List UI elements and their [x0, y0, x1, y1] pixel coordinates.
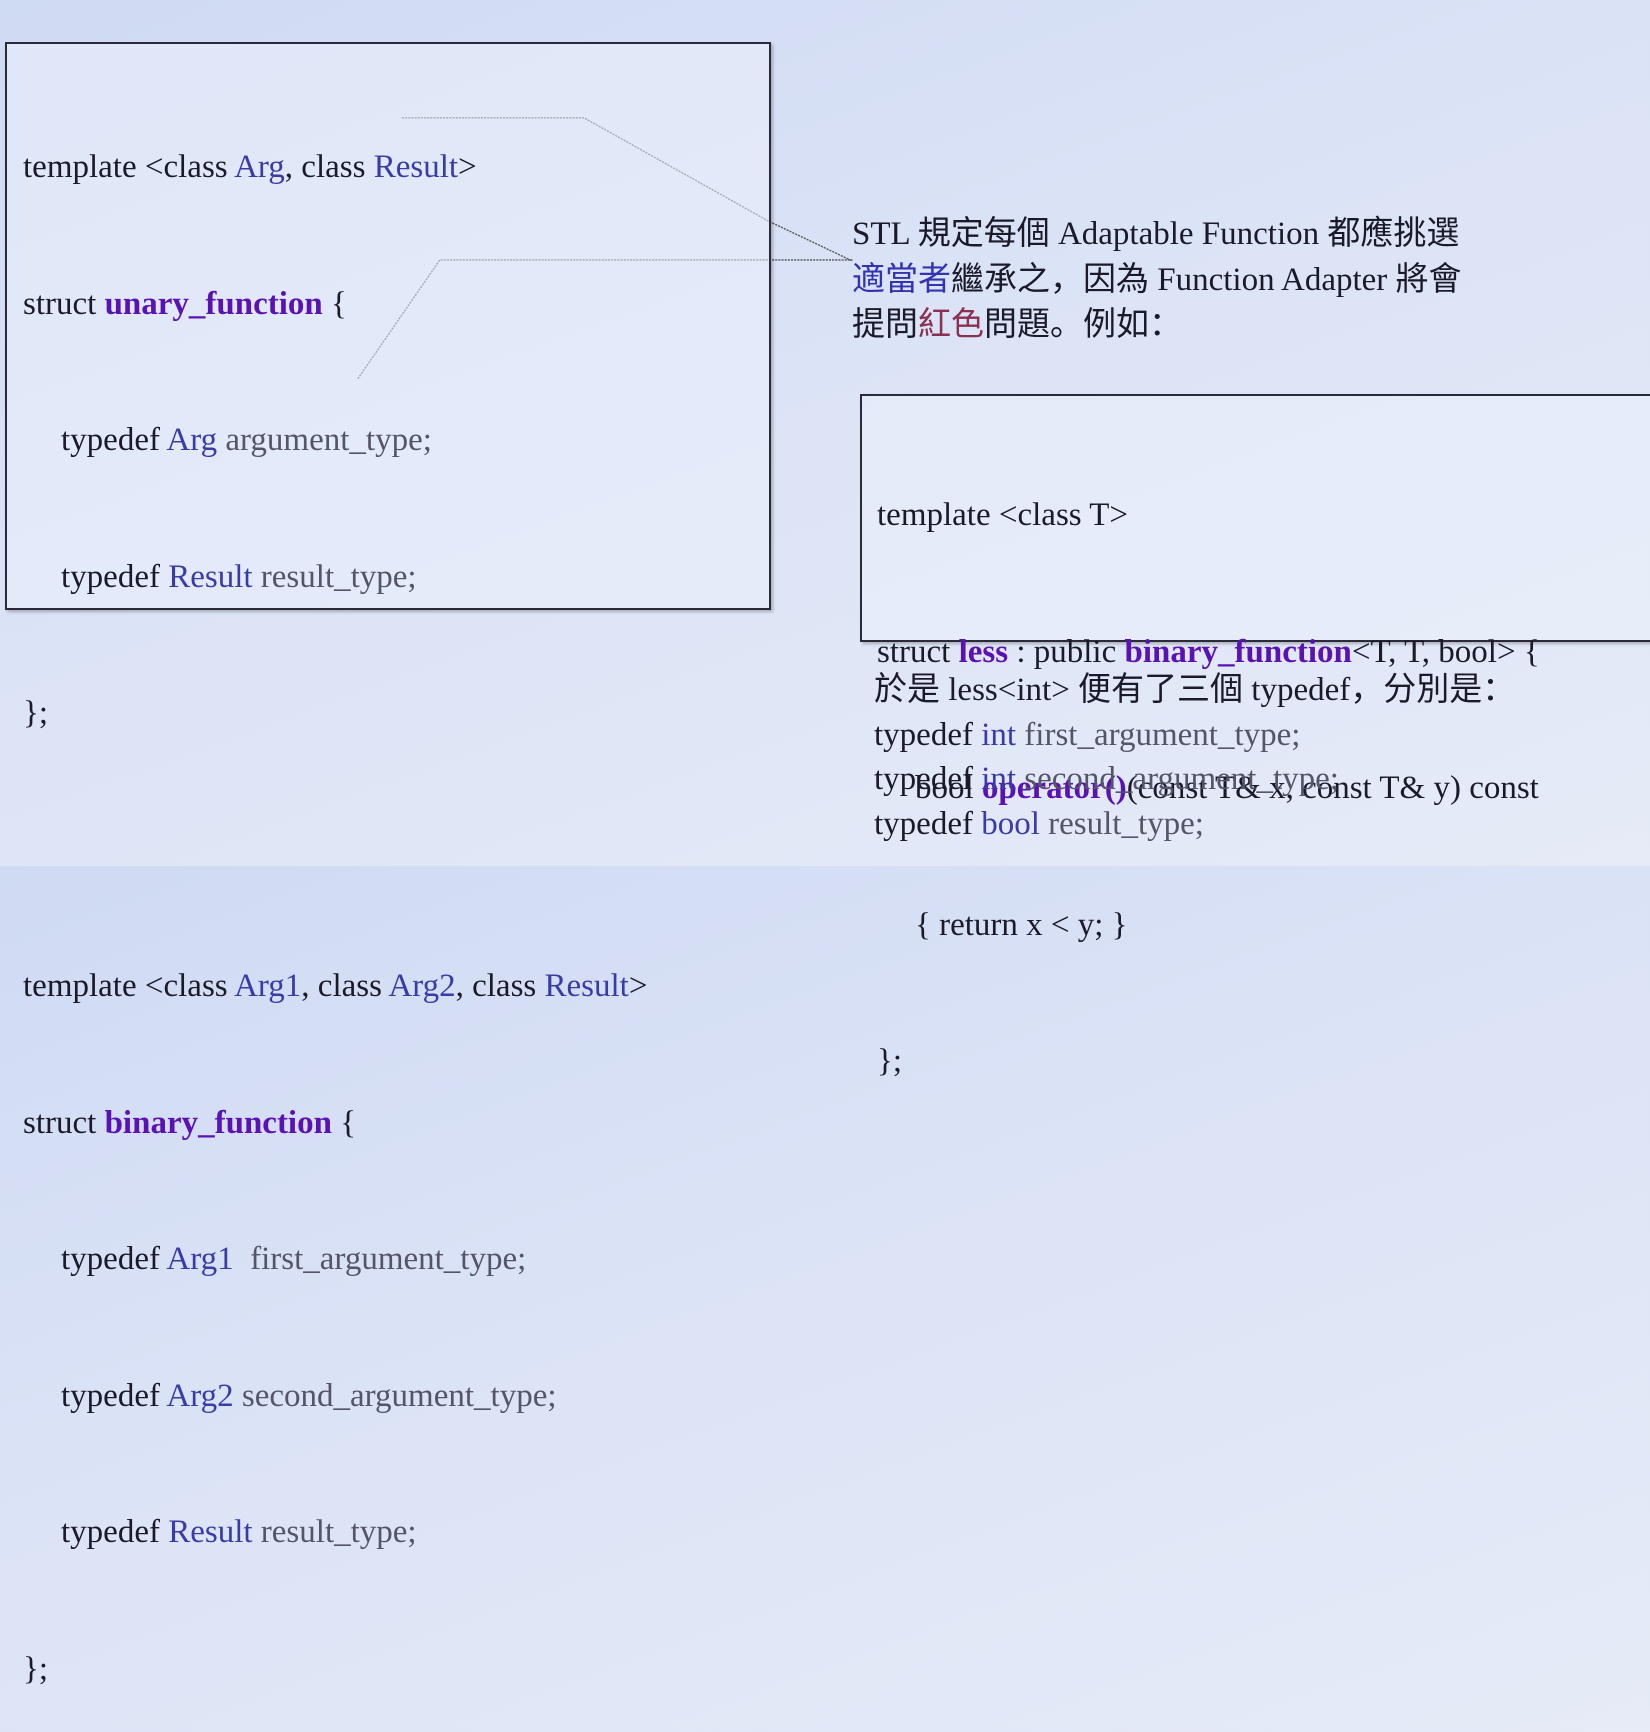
- code-text: <T, T, bool> {: [1351, 633, 1540, 670]
- code-text: typedef: [61, 1241, 167, 1277]
- code-line: struct binary_function {: [23, 1101, 647, 1147]
- result-line: typedef bool result_type;: [874, 802, 1515, 847]
- code-line: typedef Arg2 second_argument_type;: [23, 1374, 647, 1420]
- code-text: typedef: [61, 558, 169, 595]
- code-text: first_argument_type;: [233, 1241, 527, 1277]
- code-line: { return x < y; }: [915, 906, 1128, 943]
- code-text: typedef: [874, 761, 982, 797]
- base-classes-code-box: template <class Arg, class Result> struc…: [5, 42, 771, 1687]
- highlight-text: 適當者: [852, 261, 951, 298]
- code-line: template <class T>: [877, 497, 1129, 533]
- less-example-code-box: template <class T> struct less : public …: [860, 394, 1650, 1079]
- code-text: struct: [877, 633, 959, 670]
- code-text: second_argument_type;: [233, 1377, 557, 1414]
- note-text: 繼承之，因為 Function Adapter 將會: [951, 261, 1462, 298]
- code-text: typedef: [874, 805, 982, 842]
- result-text: 於是 less<int> 便有了三個 typedef，分別是： typedef …: [874, 668, 1515, 846]
- code-text: argument_type;: [217, 422, 432, 458]
- code-text: , class: [301, 968, 389, 1004]
- code-text: Arg1: [234, 968, 302, 1004]
- code-text: Arg1: [166, 1241, 234, 1277]
- code-line: struct unary_function {: [23, 282, 647, 328]
- code-text: template <class: [23, 149, 235, 185]
- code-text: typedef: [61, 1514, 169, 1550]
- code-line: typedef Result result_type;: [23, 555, 647, 601]
- code-line: };: [23, 1650, 49, 1687]
- note-text: 問題。例如：: [984, 307, 1182, 343]
- code-text: int: [981, 761, 1017, 797]
- code-text: typedef: [61, 422, 167, 458]
- code-text: result_type;: [1039, 805, 1204, 842]
- code-line: typedef Arg1 first_argument_type;: [23, 1237, 647, 1283]
- code-text: typedef: [61, 1377, 167, 1414]
- code-text: result_type;: [252, 558, 417, 595]
- code-text: Arg: [166, 422, 218, 458]
- highlight-text: 紅色: [918, 307, 984, 343]
- struct-name: unary_function: [104, 285, 323, 322]
- code-text: int: [981, 716, 1017, 753]
- code-text: Arg2: [166, 1377, 234, 1414]
- code-line: typedef Result result_type;: [23, 1510, 647, 1556]
- code-text: second_argument_type;: [1016, 761, 1339, 797]
- code-text: Result: [544, 968, 629, 1004]
- code-text: Result: [168, 558, 253, 595]
- note-text: 提問: [852, 307, 918, 343]
- code-line: };: [23, 695, 49, 731]
- struct-name: binary_function: [104, 1104, 332, 1141]
- result-line: typedef int first_argument_type;: [874, 713, 1515, 758]
- explanation-text: STL 規定每個 Adaptable Function 都應挑選 適當者繼承之，…: [852, 212, 1462, 349]
- note-line: STL 規定每個 Adaptable Function 都應挑選: [852, 216, 1460, 252]
- code-line: template <class Arg1, class Arg2, class …: [23, 964, 647, 1010]
- code-text: template <class: [23, 968, 235, 1004]
- code-text: , class: [284, 149, 374, 185]
- code-text: {: [331, 1104, 357, 1141]
- code-text: >: [458, 149, 477, 185]
- code-line: };: [877, 1043, 903, 1079]
- code-text: bool: [981, 805, 1040, 842]
- code-text: struct: [23, 285, 105, 322]
- code-text: : public: [1008, 633, 1125, 670]
- code-line: template <class Arg, class Result>: [23, 145, 647, 191]
- code-line: typedef Arg argument_type;: [23, 418, 647, 464]
- note-line: 提問紅色問題。例如：: [852, 303, 1462, 349]
- result-line: typedef int second_argument_type;: [874, 757, 1515, 802]
- code-text: , class: [455, 968, 545, 1004]
- code-text: typedef: [874, 716, 982, 753]
- code-text: Result: [168, 1514, 253, 1550]
- code-text: struct: [23, 1104, 105, 1141]
- code-text: Arg2: [388, 968, 456, 1004]
- result-intro: 於是 less<int> 便有了三個 typedef，分別是：: [874, 672, 1516, 708]
- code-text: >: [628, 968, 648, 1004]
- base-name: binary_function: [1124, 633, 1352, 670]
- code-text: result_type;: [252, 1514, 417, 1550]
- note-line: 適當者繼承之，因為 Function Adapter 將會: [852, 258, 1462, 304]
- code-text: Arg: [234, 149, 285, 185]
- struct-name: less: [958, 633, 1009, 670]
- code-text: Result: [373, 149, 459, 185]
- code-text: {: [322, 285, 347, 322]
- code-text: first_argument_type;: [1016, 716, 1301, 753]
